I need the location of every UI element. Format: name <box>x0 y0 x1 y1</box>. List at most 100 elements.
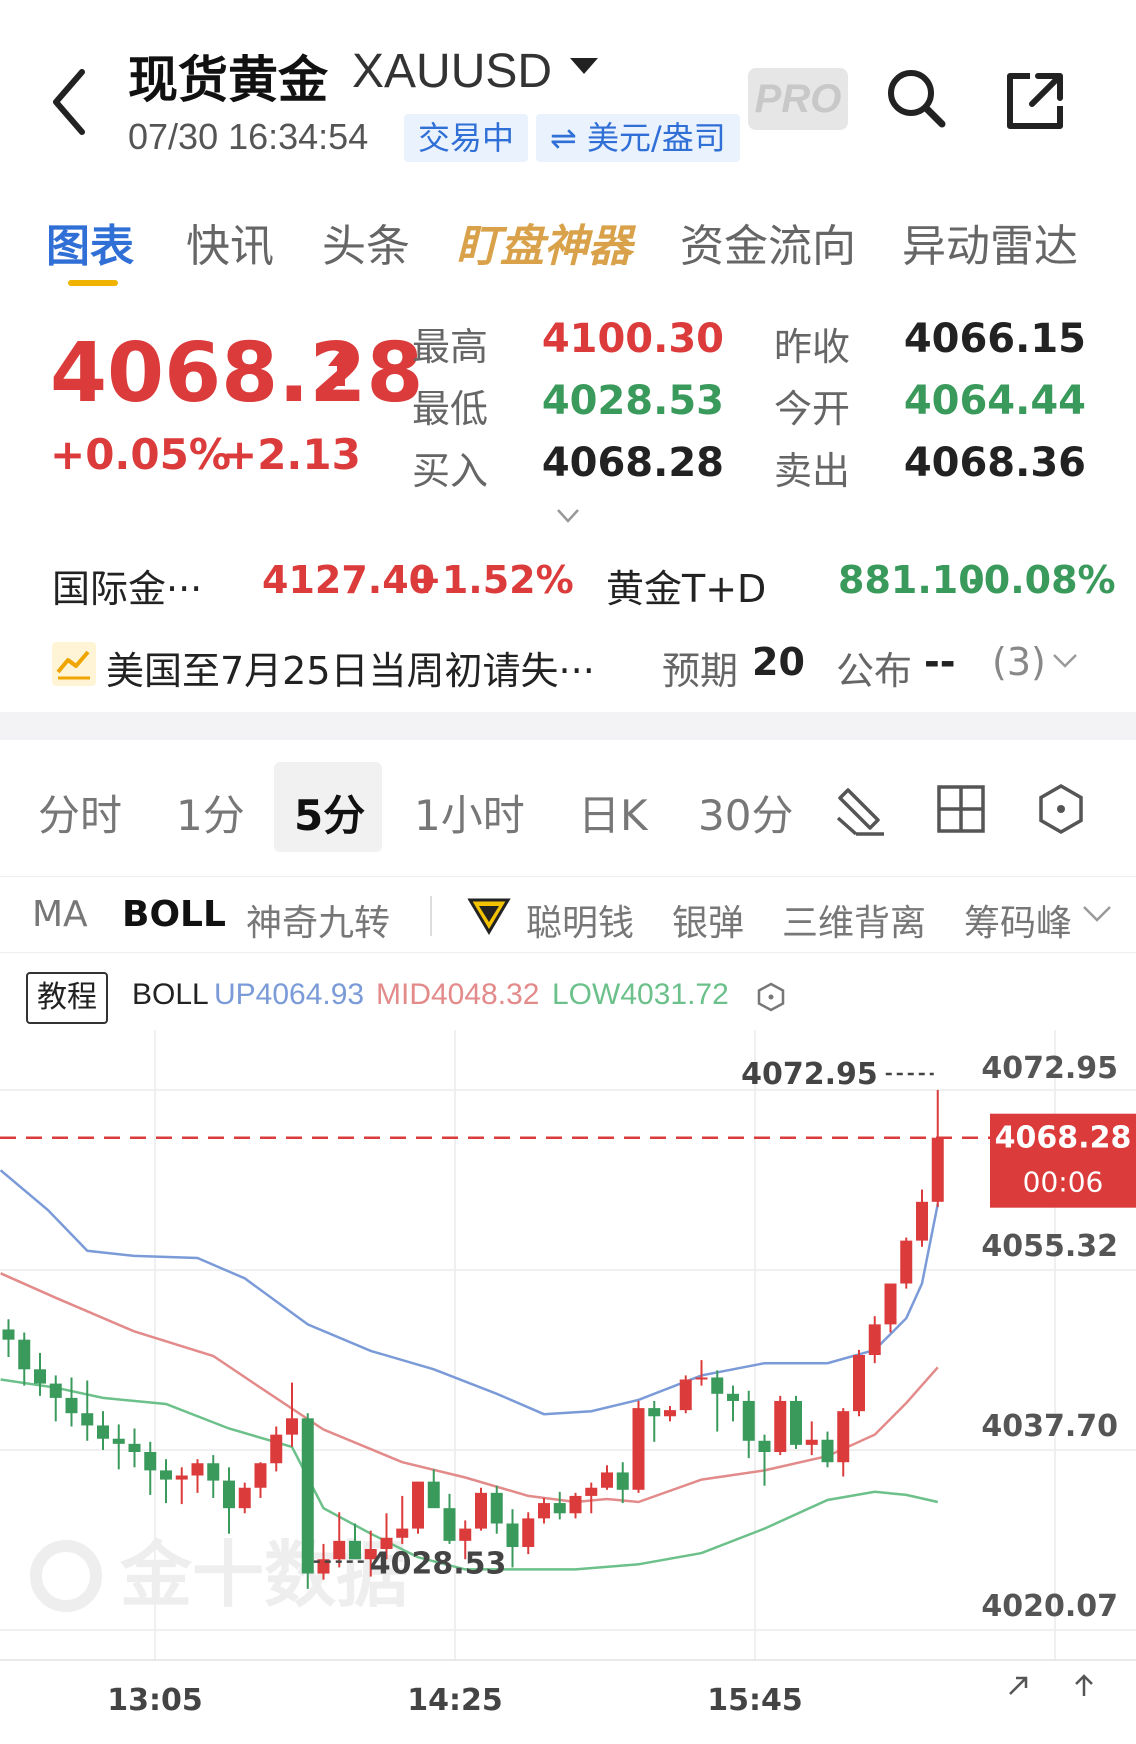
indicator-nine-turn[interactable]: 神奇九转 <box>246 894 390 946</box>
pro-button[interactable]: PRO <box>748 68 848 130</box>
candle-body <box>128 1443 141 1453</box>
watermark-text: 金十数据 <box>119 1533 408 1617</box>
event-expect-label: 预期 <box>662 649 739 693</box>
candle-body <box>711 1377 724 1394</box>
open-value: 4064.44 <box>903 378 1086 424</box>
unit-switch-badge[interactable]: ⇌ 美元/盎司 <box>536 114 740 162</box>
period-tab-1m[interactable]: 1分 <box>176 782 245 843</box>
tab-fund-flow[interactable]: 资金流向 <box>680 210 856 274</box>
candle-body <box>443 1508 456 1541</box>
x-tick-label: 13:05 <box>107 1683 203 1718</box>
candle-body <box>175 1475 188 1480</box>
tutorial-button[interactable]: 教程 <box>26 972 108 1024</box>
candle-body <box>821 1439 834 1463</box>
candle-body <box>884 1283 897 1325</box>
indicator-boll[interactable]: BOLL <box>122 894 226 935</box>
y-tick-label: 4037.70 <box>981 1409 1118 1444</box>
bid-value: 4068.28 <box>541 440 724 486</box>
candle-body <box>916 1201 928 1241</box>
section-divider <box>0 712 1136 740</box>
chevron-down-icon[interactable] <box>1052 652 1078 670</box>
period-tab-timeshare[interactable]: 分时 <box>38 782 122 843</box>
scroll-up-icon <box>1075 1674 1093 1696</box>
candle-body <box>81 1413 94 1426</box>
back-arrow-icon[interactable] <box>48 64 98 140</box>
event-count[interactable]: (3) <box>992 640 1046 684</box>
divider-line <box>0 952 1136 953</box>
candle-body <box>396 1528 409 1538</box>
share-icon[interactable] <box>1004 70 1066 132</box>
candle-body <box>553 1503 566 1514</box>
gold-td-label[interactable]: 黄金T+D <box>606 558 766 613</box>
ask-label: 卖出 <box>774 449 851 493</box>
event-publish-label: 公布 <box>836 649 913 693</box>
indicator-chips[interactable]: 筹码峰 <box>964 894 1072 946</box>
candle-body <box>270 1434 283 1464</box>
candle-body <box>49 1383 62 1398</box>
prev-close-value: 4066.15 <box>903 316 1086 362</box>
tab-anomaly-radar[interactable]: 异动雷达 <box>902 210 1078 274</box>
min-price-label: 4028.53 <box>370 1547 507 1582</box>
change-percent: +0.05% <box>50 430 231 479</box>
active-tab-indicator <box>68 280 118 286</box>
chevron-down-icon[interactable] <box>556 508 580 524</box>
candle-body <box>333 1540 346 1560</box>
economic-chart-icon <box>52 642 96 686</box>
candle-body <box>679 1379 692 1411</box>
candle-body <box>144 1452 157 1471</box>
indicator-ma[interactable]: MA <box>32 894 88 935</box>
event-title[interactable]: 美国至7月25日当周初请失··· <box>106 640 595 695</box>
period-tab-5m[interactable]: 5分 <box>294 782 365 843</box>
tab-headlines[interactable]: 头条 <box>322 210 410 274</box>
boll-middle-line <box>0 1272 939 1504</box>
bid-label: 买入 <box>412 449 489 493</box>
layout-grid-icon[interactable] <box>934 782 988 836</box>
intl-gold-label[interactable]: 国际金··· <box>52 558 202 613</box>
indicator-smart-money[interactable]: 聪明钱 <box>526 894 634 946</box>
indicator-divergence[interactable]: 三维背离 <box>782 894 926 946</box>
boll-upper-line <box>0 1169 940 1416</box>
low-value: 4028.53 <box>541 378 724 424</box>
boll-mid-value: MID4048.32 <box>376 978 540 1011</box>
settings-hex-icon[interactable] <box>1034 782 1088 836</box>
tab-chart[interactable]: 图表 <box>46 210 134 274</box>
search-icon[interactable] <box>884 66 948 130</box>
candle-body <box>774 1400 787 1453</box>
indicator-silver-bullet[interactable]: 银弹 <box>672 894 744 946</box>
draw-line-icon[interactable] <box>834 782 888 836</box>
candle-body <box>34 1369 46 1384</box>
last-price: 4068.28 <box>50 326 424 421</box>
candle-body <box>868 1324 881 1355</box>
candle-body <box>490 1492 503 1524</box>
prev-close-label: 昨收 <box>774 325 851 369</box>
candlestick-chart[interactable]: 金十数据 4068.28 00:06 4072.95 4055.32 4037.70 402… <box>0 1030 1136 1730</box>
candle-body <box>349 1540 361 1560</box>
tab-flash[interactable]: 快讯 <box>186 210 274 274</box>
instrument-title: 现货黄金 <box>128 51 328 109</box>
intl-gold-percent: +1.52% <box>410 558 574 602</box>
last-price-label: 4068.28 <box>995 1121 1132 1156</box>
period-tab-daily[interactable]: 日K <box>578 782 648 843</box>
candle-body <box>301 1418 314 1574</box>
y-tick-label: 4055.32 <box>981 1229 1118 1264</box>
period-tab-1h[interactable]: 1小时 <box>414 782 525 843</box>
high-value: 4100.30 <box>541 316 724 362</box>
candle-body <box>238 1487 251 1509</box>
candle-body <box>254 1463 267 1488</box>
ask-value: 4068.36 <box>903 440 1086 486</box>
candle-body <box>65 1397 78 1414</box>
tab-watch-tool[interactable]: 盯盘神器 <box>456 210 632 274</box>
period-tab-30m[interactable]: 30分 <box>698 782 793 843</box>
boll-settings-icon[interactable] <box>756 982 786 1012</box>
watermark-logo-ring <box>30 1540 102 1612</box>
gold-td-percent: -0.08% <box>968 558 1116 602</box>
max-price-label: 4072.95 <box>741 1057 878 1092</box>
caret-down-icon[interactable] <box>570 58 598 74</box>
instrument-symbol[interactable]: XAUUSD <box>352 44 552 99</box>
arrow-up-icon <box>328 350 354 386</box>
boll-name: BOLL <box>132 978 209 1011</box>
y-tick-label: 4072.95 <box>981 1051 1118 1086</box>
chevron-down-icon[interactable] <box>1082 904 1112 924</box>
trading-status-badge: 交易中 <box>404 114 529 162</box>
candle-body <box>616 1472 629 1490</box>
